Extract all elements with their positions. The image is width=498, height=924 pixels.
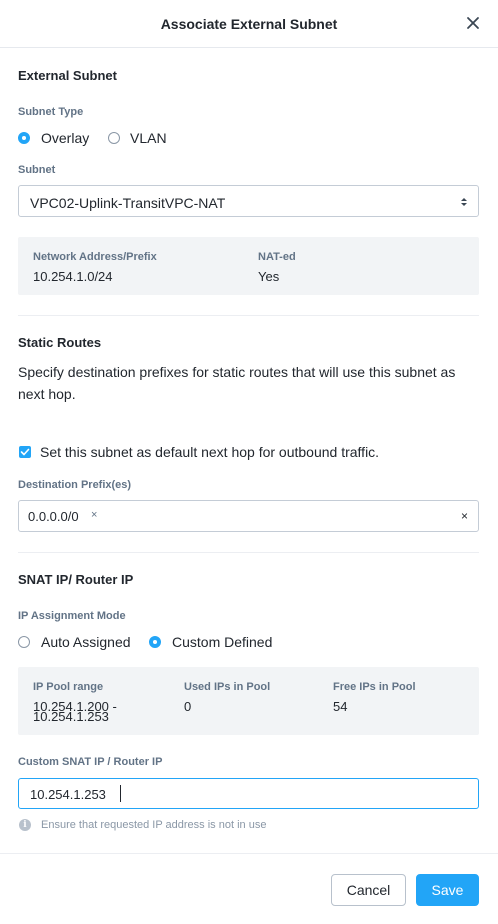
- ip-in-use-hint: Ensure that requested IP address is not …: [41, 819, 267, 831]
- overlay-radio[interactable]: [18, 132, 30, 144]
- free-ips-label: Free IPs in Pool: [333, 681, 416, 693]
- cancel-button[interactable]: Cancel: [331, 874, 406, 906]
- dialog-footer: Cancel Save: [0, 853, 498, 924]
- subnet-type-label: Subnet Type: [18, 106, 84, 118]
- save-button[interactable]: Save: [416, 874, 479, 906]
- vlan-radio-label[interactable]: VLAN: [130, 130, 167, 146]
- used-ips-label: Used IPs in Pool: [184, 681, 271, 693]
- overlay-radio-label[interactable]: Overlay: [41, 130, 89, 146]
- subnet-label: Subnet: [18, 164, 56, 176]
- static-routes-title: Static Routes: [18, 335, 102, 350]
- custom-defined-label[interactable]: Custom Defined: [172, 634, 272, 650]
- external-subnet-title: External Subnet: [18, 68, 117, 83]
- ip-pool-range-value-end: 10.254.1.253: [33, 709, 109, 724]
- section-divider: [18, 552, 479, 553]
- checkmark-icon[interactable]: [19, 446, 31, 458]
- subnet-select-value: VPC02-Uplink-TransitVPC-NAT: [30, 195, 226, 211]
- ip-pool-range-label: IP Pool range: [33, 681, 104, 693]
- snat-title: SNAT IP/ Router IP: [18, 572, 134, 587]
- dialog-header: Associate External Subnet: [0, 0, 498, 48]
- destination-prefix-label: Destination Prefix(es): [18, 479, 132, 491]
- used-ips-value: 0: [184, 699, 192, 714]
- close-icon[interactable]: [466, 13, 480, 33]
- subnet-info-panel: Network Address/Prefix 10.254.1.0/24 NAT…: [18, 237, 479, 295]
- prefix-tag: 0.0.0.0/0: [28, 509, 79, 524]
- nat-ed-label: NAT-ed: [258, 251, 296, 263]
- dialog-title: Associate External Subnet: [160, 16, 338, 32]
- network-address-value: 10.254.1.0/24: [33, 269, 113, 284]
- ip-assignment-mode-label: IP Assignment Mode: [18, 610, 126, 622]
- section-divider: [18, 315, 479, 316]
- info-icon: i: [19, 819, 31, 831]
- text-caret: [120, 785, 121, 802]
- auto-assigned-radio[interactable]: [18, 636, 30, 648]
- subnet-select[interactable]: VPC02-Uplink-TransitVPC-NAT: [18, 185, 479, 217]
- custom-snat-ip-value: 10.254.1.253: [30, 787, 106, 802]
- remove-tag-icon[interactable]: ×: [91, 509, 97, 521]
- custom-snat-ip-label: Custom SNAT IP / Router IP: [18, 756, 163, 768]
- custom-defined-radio[interactable]: [149, 636, 161, 648]
- network-address-label: Network Address/Prefix: [33, 251, 157, 263]
- auto-assigned-label[interactable]: Auto Assigned: [41, 634, 131, 650]
- ip-pool-info-panel: IP Pool range 10.254.1.200 - 10.254.1.25…: [18, 667, 479, 735]
- default-next-hop-label[interactable]: Set this subnet as default next hop for …: [40, 444, 379, 460]
- nat-ed-value: Yes: [258, 269, 280, 284]
- clear-all-icon[interactable]: ×: [461, 509, 468, 523]
- sort-arrows-icon: [460, 195, 468, 207]
- destination-prefix-input[interactable]: 0.0.0.0/0 × ×: [18, 500, 479, 532]
- static-routes-description: Specify destination prefixes for static …: [18, 364, 456, 402]
- free-ips-value: 54: [333, 699, 348, 714]
- vlan-radio[interactable]: [108, 132, 120, 144]
- custom-snat-ip-input[interactable]: 10.254.1.253: [18, 778, 479, 809]
